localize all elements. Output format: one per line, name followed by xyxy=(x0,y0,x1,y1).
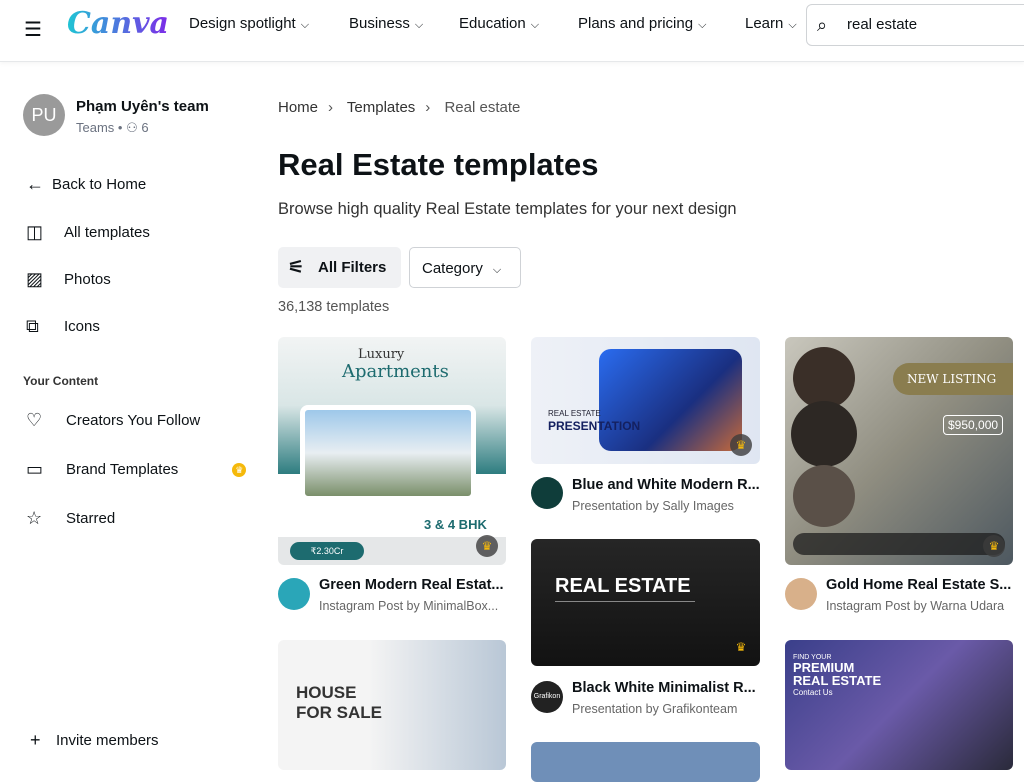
all-filters-button[interactable]: ⚟ All Filters xyxy=(278,247,401,288)
premium-crown-icon: ♛ xyxy=(476,535,498,557)
star-icon: ☆ xyxy=(26,508,43,528)
canva-logo[interactable]: Canva xyxy=(67,6,169,41)
template-title[interactable]: Green Modern Real Estat... xyxy=(319,577,509,593)
breadcrumb: Home › Templates › Real estate xyxy=(278,99,530,116)
template-card-premium-real-estate[interactable]: FIND YOUR PREMIUM REAL ESTATE Contact Us xyxy=(785,640,1013,770)
template-subtitle[interactable]: Presentation by Sally Images xyxy=(572,499,764,513)
category-dropdown[interactable]: Category ⌵ xyxy=(409,247,521,288)
template-card-blue-white[interactable]: REAL ESTATE PRESENTATION ♛ xyxy=(531,337,760,464)
brand-icon: ▭ xyxy=(26,459,44,479)
nav-education[interactable]: Education ⌵ xyxy=(459,15,539,32)
chevron-down-icon: ⌵ xyxy=(788,19,797,31)
creator-avatar[interactable]: Grafikon xyxy=(531,681,563,713)
premium-crown-icon: ♛ xyxy=(735,640,747,654)
template-subtitle[interactable]: Instagram Post by Warna Udara xyxy=(826,599,1018,613)
sidebar-item-photos[interactable]: ▨ Photos xyxy=(26,269,111,290)
template-card-gold-home[interactable]: NEW LISTING $950,000 ♛ xyxy=(785,337,1013,565)
template-card-black-white[interactable]: REAL ESTATE ♛ xyxy=(531,539,760,666)
template-title[interactable]: Black White Minimalist R... xyxy=(572,680,762,696)
page-title: Real Estate templates xyxy=(278,147,599,182)
breadcrumb-home[interactable]: Home xyxy=(278,99,318,116)
magic-search-icon: ⌕ xyxy=(817,15,828,35)
chevron-right-icon: › xyxy=(425,99,431,116)
team-sub: Teams • ⚇ 6 xyxy=(76,120,149,135)
template-subtitle[interactable]: Instagram Post by MinimalBox... xyxy=(319,599,511,613)
chevron-down-icon: ⌵ xyxy=(698,19,707,31)
section-your-content: Your Content xyxy=(23,374,99,388)
nav-learn[interactable]: Learn ⌵ xyxy=(745,15,797,32)
template-count: 36,138 templates xyxy=(278,299,390,315)
nav-design-spotlight[interactable]: Design spotlight ⌵ xyxy=(189,15,309,32)
chevron-down-icon: ⌵ xyxy=(414,19,424,31)
chevron-down-icon: ⌵ xyxy=(530,19,540,31)
sidebar-item-all-templates[interactable]: ◫ All templates xyxy=(26,222,150,243)
sidebar-item-creators[interactable]: ♡ Creators You Follow xyxy=(26,410,200,431)
sidebar-item-icons[interactable]: ⧉ Icons xyxy=(26,316,100,337)
premium-crown-icon: ♛ xyxy=(730,434,752,456)
breadcrumb-templates[interactable]: Templates xyxy=(347,99,415,116)
sidebar-item-starred[interactable]: ☆ Starred xyxy=(26,508,115,529)
creator-avatar[interactable] xyxy=(785,578,817,610)
sliders-icon: ⚟ xyxy=(288,257,305,277)
page-description: Browse high quality Real Estate template… xyxy=(278,200,737,218)
chevron-down-icon: ⌵ xyxy=(492,264,502,276)
crown-icon: ♛ xyxy=(232,462,247,477)
template-card-house-for-sale[interactable]: HOUSE FOR SALE xyxy=(278,640,506,770)
avatar[interactable]: PU xyxy=(23,94,65,136)
template-title[interactable]: Gold Home Real Estate S... xyxy=(826,577,1016,593)
creator-avatar[interactable] xyxy=(278,578,310,610)
sidebar: PU Phạm Uyên's team Teams • ⚇ 6 ← Back to… xyxy=(0,62,260,754)
invite-members-button[interactable]: + Invite members xyxy=(30,730,159,751)
chevron-right-icon: › xyxy=(328,99,334,116)
plus-icon: + xyxy=(30,730,41,750)
template-title[interactable]: Blue and White Modern R... xyxy=(572,477,762,493)
chevron-down-icon: ⌵ xyxy=(300,19,310,31)
top-header: ☰ Canva Design spotlight ⌵ Business ⌵ Educ… xyxy=(0,0,1024,62)
template-subtitle[interactable]: Presentation by Grafikonteam xyxy=(572,702,764,716)
template-card-green-modern[interactable]: Luxury Apartments 3 & 4 BHK ₹2.30Cr ♛ xyxy=(278,337,506,565)
nav-business[interactable]: Business ⌵ xyxy=(349,15,423,32)
template-card[interactable] xyxy=(531,742,760,782)
layout-icon: ◫ xyxy=(26,222,44,242)
breadcrumb-current: Real estate xyxy=(444,99,521,116)
heart-icon: ♡ xyxy=(26,410,43,430)
shapes-icon: ⧉ xyxy=(26,316,39,336)
image-icon: ▨ xyxy=(26,269,44,289)
team-name[interactable]: Phạm Uyên's team xyxy=(76,98,209,115)
menu-icon[interactable]: ☰ xyxy=(24,17,42,42)
sidebar-item-back-home[interactable]: ← Back to Home xyxy=(26,174,146,195)
premium-crown-icon: ♛ xyxy=(983,535,1005,557)
search-input[interactable]: ⌕ real estate xyxy=(806,4,1024,46)
creator-avatar[interactable] xyxy=(531,477,563,509)
sidebar-item-brand-templates[interactable]: ▭ Brand Templates ♛ xyxy=(26,459,247,480)
nav-plans-pricing[interactable]: Plans and pricing ⌵ xyxy=(578,15,706,32)
arrow-left-icon: ← xyxy=(26,174,44,194)
